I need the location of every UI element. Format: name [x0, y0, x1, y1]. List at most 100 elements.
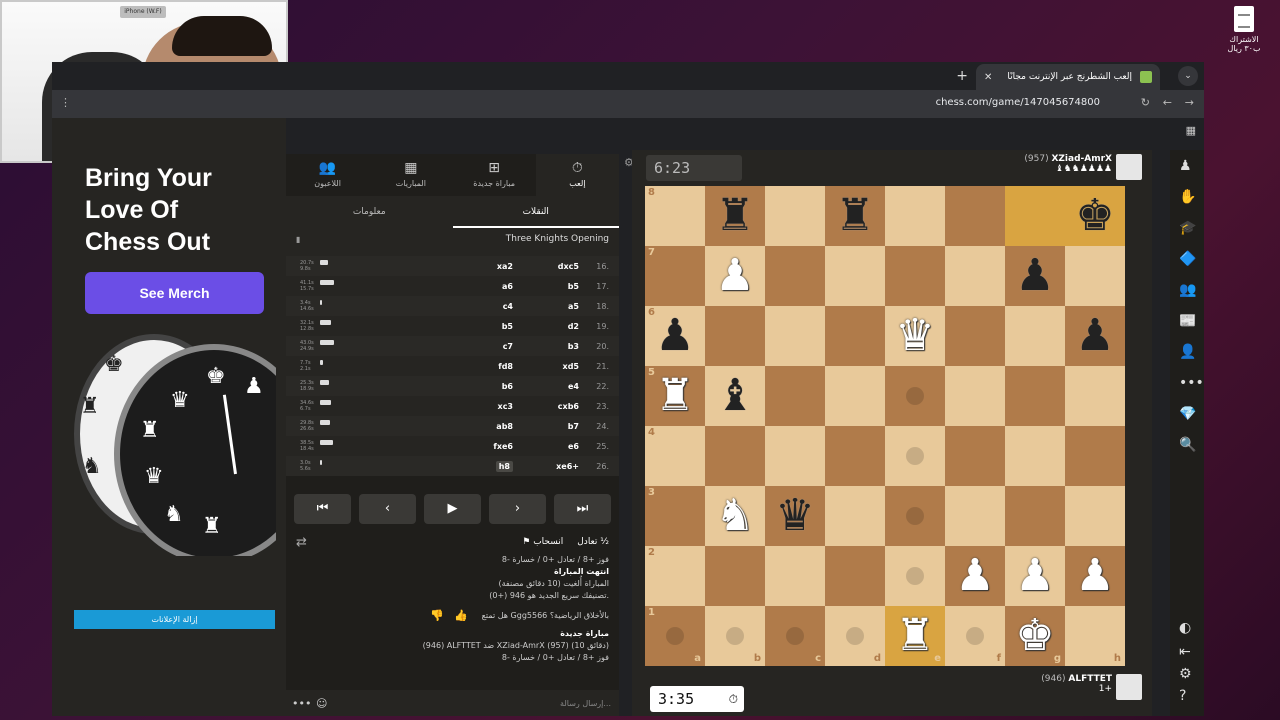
friends-icon[interactable]: 👥 — [1179, 282, 1196, 298]
black-move[interactable]: fd8 — [498, 362, 513, 371]
square-c7[interactable] — [765, 246, 825, 306]
legal-move-dot[interactable] — [846, 627, 864, 645]
learn-icon[interactable]: 🎓 — [1179, 220, 1196, 236]
legal-move-dot[interactable] — [666, 627, 684, 645]
white-move[interactable]: xd5 — [563, 362, 579, 371]
white-rook-icon[interactable]: ♜ — [895, 614, 934, 658]
square-e6[interactable]: ♛ — [885, 306, 945, 366]
black-queen-icon[interactable]: ♛ — [775, 494, 814, 538]
square-a3[interactable]: 3 — [645, 486, 705, 546]
square-h8[interactable]: ♚ — [1065, 186, 1125, 246]
legal-move-dot[interactable] — [906, 507, 924, 525]
tab-search-icon[interactable]: ⌄ — [1178, 66, 1198, 86]
black-rook-icon[interactable]: ♜ — [835, 194, 874, 238]
square-b8[interactable]: ♜ — [705, 186, 765, 246]
legal-move-dot[interactable] — [906, 387, 924, 405]
forward-icon[interactable]: ← — [1163, 96, 1172, 109]
square-f4[interactable] — [945, 426, 1005, 486]
more-options-icon[interactable]: ••• — [292, 697, 311, 710]
square-g8[interactable] — [1005, 186, 1065, 246]
square-g2[interactable]: ♟ — [1005, 546, 1065, 606]
white-move[interactable]: b7 — [568, 422, 579, 431]
first-move-button[interactable]: ⏮ — [294, 494, 351, 524]
black-bishop-icon[interactable]: ♝ — [715, 374, 754, 418]
player-avatar[interactable] — [1116, 674, 1142, 700]
square-e3[interactable] — [885, 486, 945, 546]
square-h7[interactable] — [1065, 246, 1125, 306]
square-c6[interactable] — [765, 306, 825, 366]
white-move[interactable]: a5 — [568, 302, 579, 311]
square-h1[interactable]: h — [1065, 606, 1125, 666]
play-button[interactable]: ▶ — [424, 494, 481, 524]
square-e7[interactable] — [885, 246, 945, 306]
news-icon[interactable]: 📰 — [1179, 313, 1196, 329]
tab-info[interactable]: معلومات — [286, 196, 453, 228]
square-c1[interactable]: c — [765, 606, 825, 666]
black-move[interactable]: xc3 — [498, 402, 513, 411]
square-c5[interactable] — [765, 366, 825, 426]
square-g5[interactable] — [1005, 366, 1065, 426]
search-icon[interactable]: 🔍 — [1179, 437, 1196, 453]
square-a2[interactable]: 2 — [645, 546, 705, 606]
white-queen-icon[interactable]: ♛ — [895, 314, 934, 358]
square-c4[interactable] — [765, 426, 825, 486]
draw-button[interactable]: تعادل ½ — [577, 537, 609, 547]
square-d8[interactable]: ♜ — [825, 186, 885, 246]
legal-move-dot[interactable] — [726, 627, 744, 645]
diamond-icon[interactable]: 💎 — [1179, 406, 1196, 422]
square-a6[interactable]: 6 ♟ — [645, 306, 705, 366]
black-move[interactable]: c4 — [503, 302, 513, 311]
square-f2[interactable]: ♟ — [945, 546, 1005, 606]
chess-board[interactable]: 8 ♜ ♜ ♚ 7 ♟ ♟ 6 ♟ ♛ ♟ 5 ♜ ♝ 4 3 ♞ ♛ 2 ♟ ♟ ♟ 1 a b c d e ♜ f g ♚ h — [645, 186, 1125, 666]
square-g3[interactable] — [1005, 486, 1065, 546]
square-f6[interactable] — [945, 306, 1005, 366]
player-name[interactable]: ALFTTET — [1068, 674, 1112, 684]
black-king-icon[interactable]: ♚ — [1075, 194, 1114, 238]
square-h3[interactable] — [1065, 486, 1125, 546]
square-b1[interactable]: b — [705, 606, 765, 666]
watch-icon[interactable]: 🔷 — [1179, 251, 1196, 267]
square-b2[interactable] — [705, 546, 765, 606]
square-h6[interactable]: ♟ — [1065, 306, 1125, 366]
more-icon[interactable]: ••• — [1179, 375, 1204, 391]
square-g1[interactable]: g ♚ — [1005, 606, 1065, 666]
white-pawn-icon[interactable]: ♟ — [955, 554, 994, 598]
url-text[interactable]: chess.com/game/147045674800 — [936, 97, 1100, 108]
square-b5[interactable]: ♝ — [705, 366, 765, 426]
last-move-button[interactable]: ⏭ — [554, 494, 611, 524]
thumbs-up-icon[interactable]: 👍 — [454, 610, 468, 622]
square-f1[interactable]: f — [945, 606, 1005, 666]
social-icon[interactable]: 👤 — [1179, 344, 1196, 360]
chat-input[interactable]: ••• ☺ إرسال رسالة... — [286, 690, 619, 716]
desktop-file-icon[interactable]: الاشتراك ب٣٠ ريال — [1222, 6, 1266, 53]
white-move[interactable]: b5 — [568, 282, 579, 291]
white-move[interactable]: cxb6 — [558, 402, 579, 411]
previous-move-button[interactable]: ‹ — [359, 494, 416, 524]
theme-icon[interactable]: ◐ — [1179, 620, 1191, 636]
close-tab-icon[interactable]: ✕ — [984, 72, 992, 83]
square-h5[interactable] — [1065, 366, 1125, 426]
square-d5[interactable] — [825, 366, 885, 426]
browser-tab[interactable]: ✕ إلعب الشطرنج عبر الإنترنت مجانًا — [976, 64, 1160, 90]
square-f8[interactable] — [945, 186, 1005, 246]
black-move[interactable]: a6 — [502, 282, 513, 291]
white-move[interactable]: e4 — [568, 382, 579, 391]
square-c3[interactable]: ♛ — [765, 486, 825, 546]
black-move[interactable]: ab8 — [496, 422, 513, 431]
square-b3[interactable]: ♞ — [705, 486, 765, 546]
white-move[interactable]: d2 — [568, 322, 579, 331]
back-icon[interactable]: → — [1185, 96, 1194, 109]
puzzle-icon[interactable]: ✋ — [1179, 189, 1196, 205]
black-pawn-icon[interactable]: ♟ — [1015, 254, 1054, 298]
remove-ads-button[interactable]: إزالة الإعلانات — [74, 610, 275, 629]
square-b4[interactable] — [705, 426, 765, 486]
square-a4[interactable]: 4 — [645, 426, 705, 486]
square-c2[interactable] — [765, 546, 825, 606]
black-move[interactable]: b6 — [502, 382, 513, 391]
resign-button[interactable]: ⚑ انسحاب — [522, 537, 563, 547]
square-c8[interactable] — [765, 186, 825, 246]
book-icon[interactable]: ▮ — [296, 235, 300, 244]
white-pawn-icon[interactable]: ♟ — [1075, 554, 1114, 598]
square-g6[interactable] — [1005, 306, 1065, 366]
square-e2[interactable] — [885, 546, 945, 606]
